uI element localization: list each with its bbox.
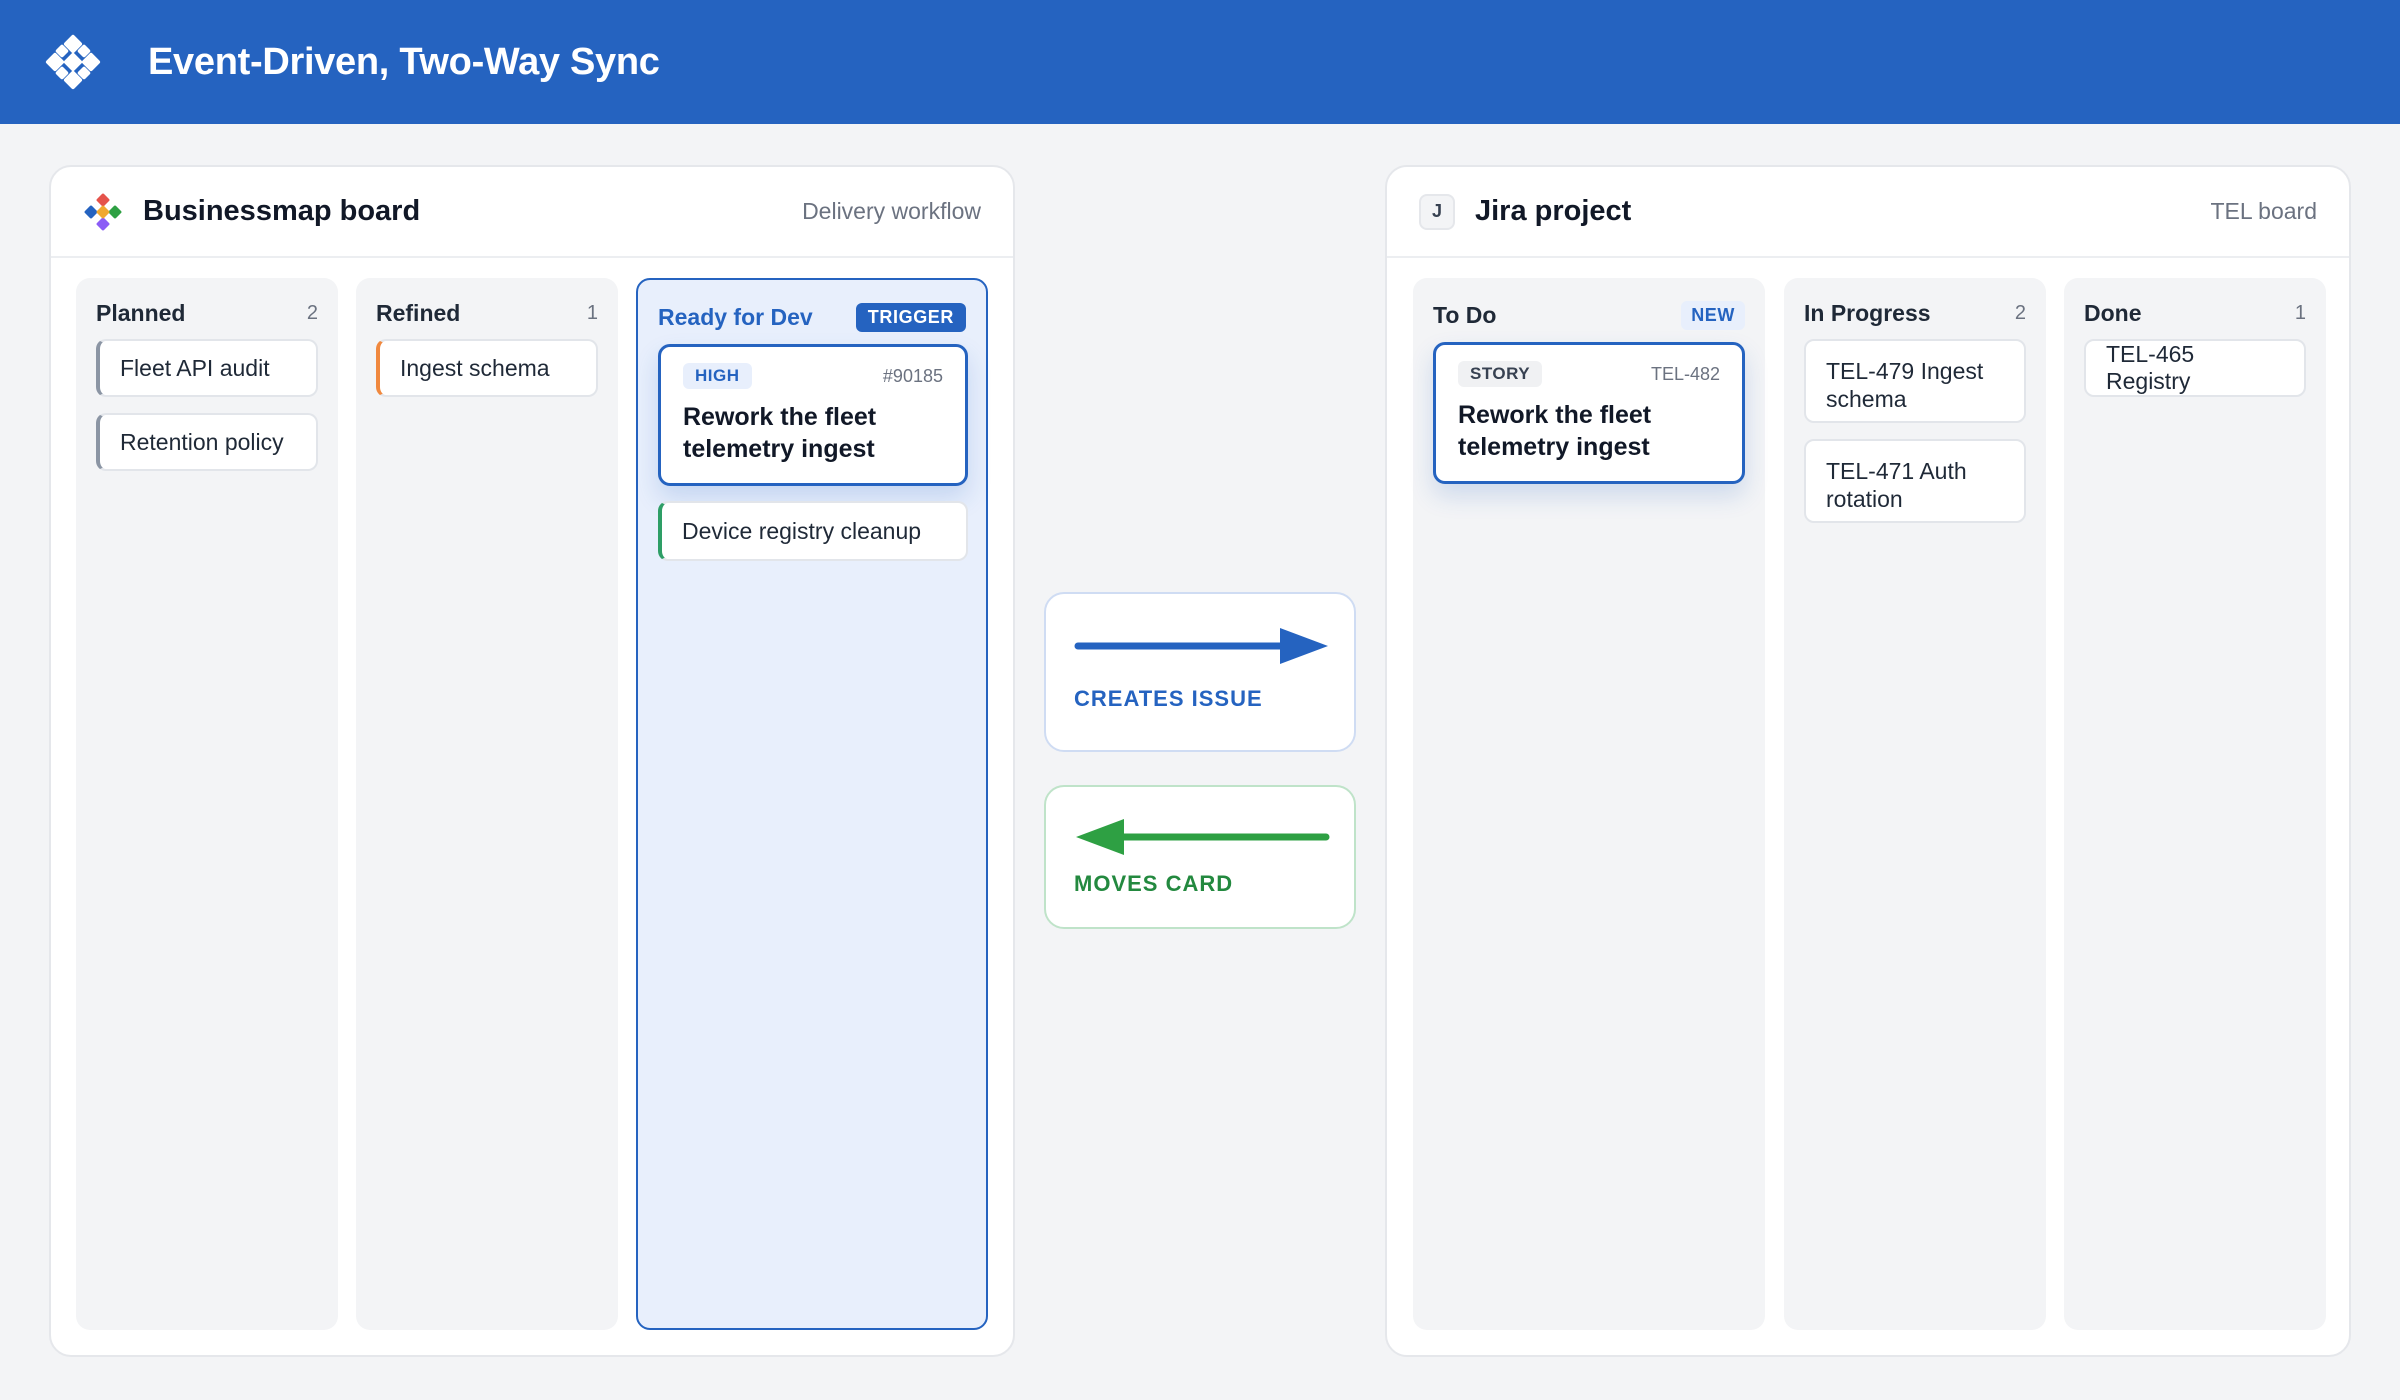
card-label: Fleet API audit [120, 354, 270, 381]
jira-icon: J [1419, 193, 1455, 230]
card-ingest-schema[interactable]: Ingest schema [376, 339, 598, 397]
card-tel-471[interactable]: TEL-471 Auth rotation [1804, 439, 2026, 523]
issue-type-badge: STORY [1458, 361, 1543, 387]
column-count: 1 [2294, 301, 2306, 324]
column-title: Ready for Dev [658, 303, 813, 330]
column-title: To Do [1433, 301, 1497, 328]
card-tel-465[interactable]: TEL-465 Registry [2084, 339, 2306, 397]
column-title: Planned [96, 299, 186, 326]
card-tel-479[interactable]: TEL-479 Ingest schema [1804, 339, 2026, 423]
issue-key: TEL-482 [1650, 363, 1720, 384]
trigger-badge: TRIGGER [855, 302, 966, 332]
column-count: 1 [586, 301, 598, 324]
businessmap-color-icon [84, 193, 122, 230]
businessmap-panel-header: Businessmap board Delivery workflow [51, 167, 1013, 258]
page-title: Event-Driven, Two-Way Sync [148, 40, 660, 83]
jira-board-name: TEL board [2210, 198, 2317, 224]
column-refined: Refined 1 [356, 278, 618, 1330]
sync-moves-card: MOVES CARD [1044, 785, 1356, 929]
jira-project-title: Jira project [1475, 195, 1632, 227]
businessmap-workflow-name: Delivery workflow [802, 198, 981, 224]
card-id: #90185 [882, 365, 943, 386]
column-in-progress: In Progress 2 [1784, 278, 2046, 1330]
businessmap-logo-icon [45, 34, 101, 90]
card-fleet-api-audit[interactable]: Fleet API audit [96, 339, 318, 397]
card-label: TEL-479 Ingest schema [1826, 358, 1984, 412]
card-trigger-feature[interactable]: HIGH #90185 Rework the fleet telemetry i… [658, 344, 968, 486]
card-retention-policy[interactable]: Retention policy [96, 413, 318, 471]
businessmap-board-title: Businessmap board [143, 195, 421, 227]
column-title: Refined [376, 299, 461, 326]
card-title: Rework the fleet telemetry ingest [683, 403, 877, 463]
new-badge: NEW [1681, 300, 1745, 330]
card-device-registry-cleanup[interactable]: Device registry cleanup [658, 501, 968, 561]
card-label: Ingest schema [400, 354, 550, 381]
jira-panel-header: J Jira project TEL board [1387, 167, 2349, 258]
card-new-jira-issue[interactable]: STORY TEL-482 Rework the fleet telemetry… [1433, 342, 1745, 484]
column-title: In Progress [1804, 299, 1931, 326]
priority-badge: HIGH [683, 363, 752, 389]
creates-issue-label: CREATES ISSUE [1074, 686, 1263, 711]
issue-title: Rework the fleet telemetry ingest [1458, 401, 1652, 461]
arrow-left-icon [1076, 819, 1330, 855]
column-count: 2 [306, 301, 318, 324]
card-label: Retention policy [120, 428, 284, 455]
moves-card-label: MOVES CARD [1074, 871, 1234, 896]
app-header: Event-Driven, Two-Way Sync [0, 0, 2400, 124]
sync-creates-issue: CREATES ISSUE [1044, 592, 1356, 752]
card-label: Device registry cleanup [682, 517, 922, 544]
column-count: 2 [2014, 301, 2026, 324]
card-label: TEL-471 Auth rotation [1826, 458, 1967, 512]
arrow-right-icon [1074, 628, 1328, 664]
card-label: TEL-465 Registry [2106, 341, 2195, 394]
column-title: Done [2084, 299, 2142, 326]
column-done: Done 1 [2064, 278, 2326, 1330]
